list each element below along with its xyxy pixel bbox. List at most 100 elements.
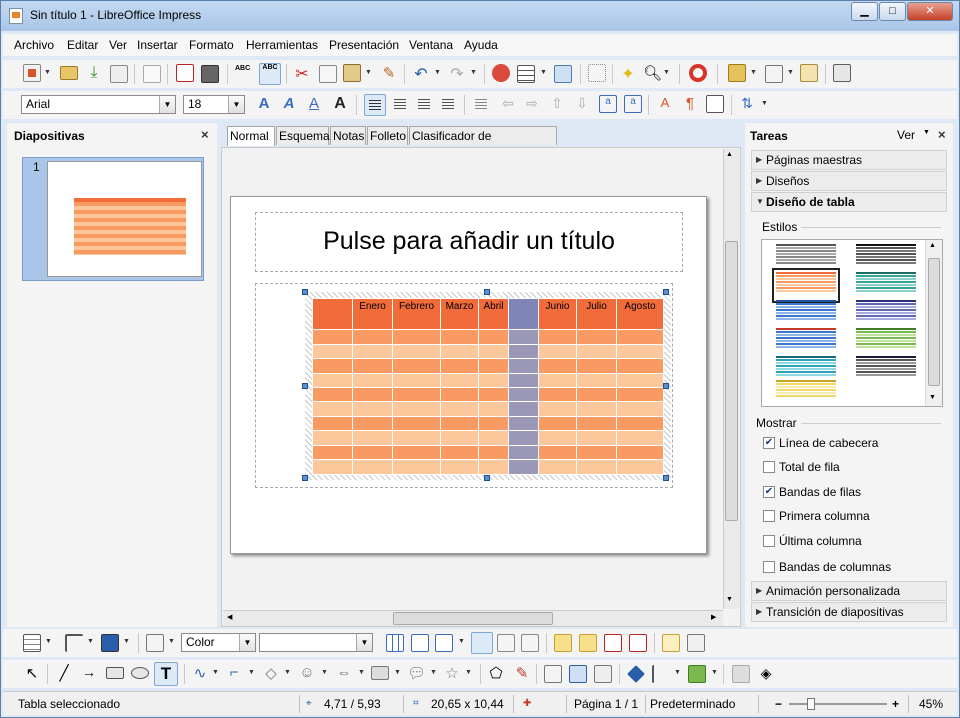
section-disenos[interactable]: ▶ Diseños	[751, 171, 947, 191]
align-left-icon[interactable]	[364, 94, 386, 116]
table-cell[interactable]	[616, 386, 664, 403]
table-cell[interactable]	[440, 415, 479, 432]
callouts-icon[interactable]: 💬︎	[407, 664, 426, 682]
shadow-font-icon[interactable]: A	[305, 95, 323, 113]
text-tool-icon[interactable]: T	[154, 662, 178, 686]
table-cell[interactable]	[508, 444, 539, 461]
table-cell[interactable]	[352, 415, 393, 432]
bullets-numbering-icon[interactable]	[706, 95, 724, 113]
checkbox-ultima-columna[interactable]	[763, 535, 775, 547]
table-cell[interactable]	[576, 444, 617, 461]
table-cell[interactable]	[538, 444, 577, 461]
table-cell[interactable]	[440, 459, 479, 475]
flowchart-dropdown-icon[interactable]: ▼	[394, 664, 401, 682]
styles-scroll-thumb[interactable]	[928, 258, 940, 386]
table-cell[interactable]	[478, 386, 509, 403]
table-cell[interactable]	[478, 329, 509, 345]
table-row[interactable]	[312, 401, 664, 417]
line-icon[interactable]: ╱	[55, 664, 73, 682]
alignment-icon[interactable]	[652, 665, 670, 683]
table-cell[interactable]	[352, 386, 393, 403]
table-row[interactable]	[312, 459, 664, 475]
vertical-scrollbar[interactable]: ▲ ▼	[723, 149, 739, 609]
table-row[interactable]	[312, 386, 664, 403]
redo-icon[interactable]: ↷	[448, 64, 466, 83]
checkbox-total-fila[interactable]	[763, 461, 775, 473]
delete-column-icon[interactable]	[629, 634, 647, 652]
table-cell[interactable]	[312, 343, 353, 360]
curve-icon[interactable]: ∿	[191, 664, 209, 682]
table-cell[interactable]	[478, 343, 509, 360]
table-cell[interactable]	[616, 444, 664, 461]
table-style-option[interactable]	[856, 272, 916, 299]
table-header-cell[interactable]	[508, 297, 539, 331]
table-style-option[interactable]	[776, 328, 836, 355]
table-row[interactable]	[312, 372, 664, 389]
table-cell[interactable]	[392, 386, 441, 403]
table-cell[interactable]	[352, 343, 393, 360]
paste-icon[interactable]	[343, 64, 361, 82]
italic-font-icon[interactable]: A	[280, 95, 298, 113]
table-cell[interactable]	[508, 430, 539, 446]
table-cell[interactable]	[616, 415, 664, 432]
table-style-option[interactable]	[776, 244, 836, 271]
align-right-icon[interactable]	[415, 95, 433, 113]
table-style-option-selected[interactable]	[772, 268, 840, 303]
select-pointer-icon[interactable]: ↖	[23, 664, 41, 682]
border-dropdown-icon[interactable]: ▼	[87, 633, 94, 651]
table-cell[interactable]	[352, 329, 393, 345]
table-cell[interactable]	[538, 430, 577, 446]
show-hide-icon[interactable]: ◈	[757, 665, 775, 683]
horizontal-scrollbar[interactable]: ◀ ▶	[223, 610, 723, 626]
data-table[interactable]: Enero Febrero Marzo Abril Junio Julio Agosto	[312, 297, 664, 475]
table-cell[interactable]	[392, 444, 441, 461]
align-center-vertical-icon[interactable]	[497, 634, 515, 652]
table-cell[interactable]	[312, 357, 353, 374]
insert-column-icon[interactable]	[579, 634, 597, 652]
styles-scrollbar[interactable]: ▲ ▼	[925, 240, 942, 406]
tab-notas[interactable]: Notas	[330, 126, 366, 145]
table-cell[interactable]	[508, 459, 539, 475]
table-cell[interactable]	[508, 329, 539, 345]
paragraph-icon[interactable]: ¶	[681, 95, 699, 113]
chevron-down-icon[interactable]: ▼	[159, 96, 175, 113]
table-cell[interactable]	[508, 343, 539, 360]
checkbox-primera-columna[interactable]	[763, 510, 775, 522]
table-cell[interactable]	[312, 401, 353, 417]
zoom-in-icon[interactable]: +	[892, 697, 899, 711]
table-row[interactable]	[312, 357, 664, 374]
table-cell[interactable]	[392, 415, 441, 432]
basic-shapes-icon[interactable]: ◇	[262, 664, 280, 682]
table-row[interactable]	[312, 329, 664, 345]
redo-dropdown-icon[interactable]: ▼	[470, 64, 477, 82]
new-document-icon[interactable]	[23, 64, 41, 82]
tab-normal[interactable]: Normal	[227, 126, 275, 146]
move-down-icon[interactable]: ⇩	[573, 95, 591, 113]
table-style-option[interactable]	[776, 300, 836, 327]
borders-icon[interactable]	[146, 634, 164, 652]
undo-icon[interactable]: ↶	[412, 64, 430, 83]
section-transicion-diapositivas[interactable]: ▶ Transición de diapositivas	[751, 602, 947, 622]
text-direction-icon[interactable]: ⇅	[738, 95, 756, 113]
table-cell[interactable]	[440, 401, 479, 417]
bullets-icon[interactable]	[472, 95, 490, 113]
maximize-button[interactable]: □	[879, 2, 906, 21]
table-cell[interactable]	[478, 401, 509, 417]
chevron-down-icon[interactable]: ▼	[228, 96, 244, 113]
table-cell[interactable]	[312, 386, 353, 403]
table-cell[interactable]	[392, 343, 441, 360]
navigator-icon[interactable]: ✦	[619, 64, 637, 83]
table-icon[interactable]	[23, 634, 41, 652]
resize-handle[interactable]	[302, 383, 308, 389]
minimize-button[interactable]: ▁	[851, 2, 878, 21]
promote-icon[interactable]: ⇦	[499, 95, 517, 113]
connector-icon[interactable]: ⌐	[225, 664, 243, 682]
extrusion-icon[interactable]	[732, 665, 750, 683]
zoom-out-icon[interactable]: −	[775, 697, 782, 711]
section-animacion-personalizada[interactable]: ▶ Animación personalizada	[751, 581, 947, 601]
align-center-icon[interactable]	[391, 95, 409, 113]
table-cell[interactable]	[478, 415, 509, 432]
table-cell[interactable]	[312, 444, 353, 461]
character-icon[interactable]: A	[656, 95, 674, 113]
scroll-up-icon[interactable]: ▲	[726, 151, 733, 158]
